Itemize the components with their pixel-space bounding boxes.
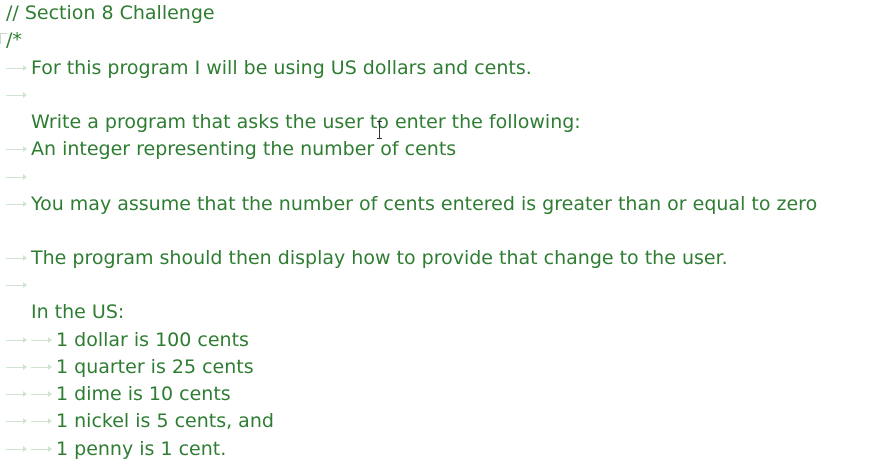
tab-marker-icon: [6, 391, 27, 397]
code-line-text: 1 quarter is 25 cents: [56, 356, 254, 378]
tab-marker-icon: [6, 255, 27, 261]
code-line-text: For this program I will be using US doll…: [31, 57, 532, 79]
tab-marker-icon: [31, 446, 52, 452]
code-line-text: 1 dime is 10 cents: [56, 383, 231, 405]
code-line-text: Write a program that asks the user to en…: [31, 111, 581, 133]
code-line-text: 1 nickel is 5 cents, and: [56, 410, 274, 432]
tab-marker-icon: [6, 201, 27, 207]
code-editor[interactable]: // Section 8 Challenge /* For this progr…: [0, 0, 870, 472]
tab-marker-icon: [6, 92, 27, 98]
code-line-text: /*: [6, 29, 22, 51]
text-cursor-icon: [377, 119, 383, 141]
tab-marker-icon: [6, 418, 27, 424]
code-line-text: 1 penny is 1 cent.: [56, 438, 227, 460]
code-line-text: // Section 8 Challenge: [6, 2, 215, 24]
code-line-text: In the US:: [31, 301, 125, 323]
tab-marker-icon: [6, 446, 27, 452]
tab-marker-icon: [31, 337, 52, 343]
tab-marker-icon: [6, 146, 27, 152]
tab-marker-icon: [6, 174, 27, 180]
tab-marker-icon: [6, 282, 27, 288]
code-line-text: 1 dollar is 100 cents: [56, 329, 249, 351]
tab-marker-icon: [6, 364, 27, 370]
tab-marker-icon: [31, 391, 52, 397]
code-line-text: You may assume that the number of cents …: [31, 193, 818, 215]
tab-marker-icon: [31, 364, 52, 370]
code-line-text: The program should then display how to p…: [31, 247, 728, 269]
tab-marker-icon: [6, 337, 27, 343]
tab-marker-icon: [31, 418, 52, 424]
code-line-text: An integer representing the number of ce…: [31, 138, 457, 160]
tab-marker-icon: [6, 65, 27, 71]
